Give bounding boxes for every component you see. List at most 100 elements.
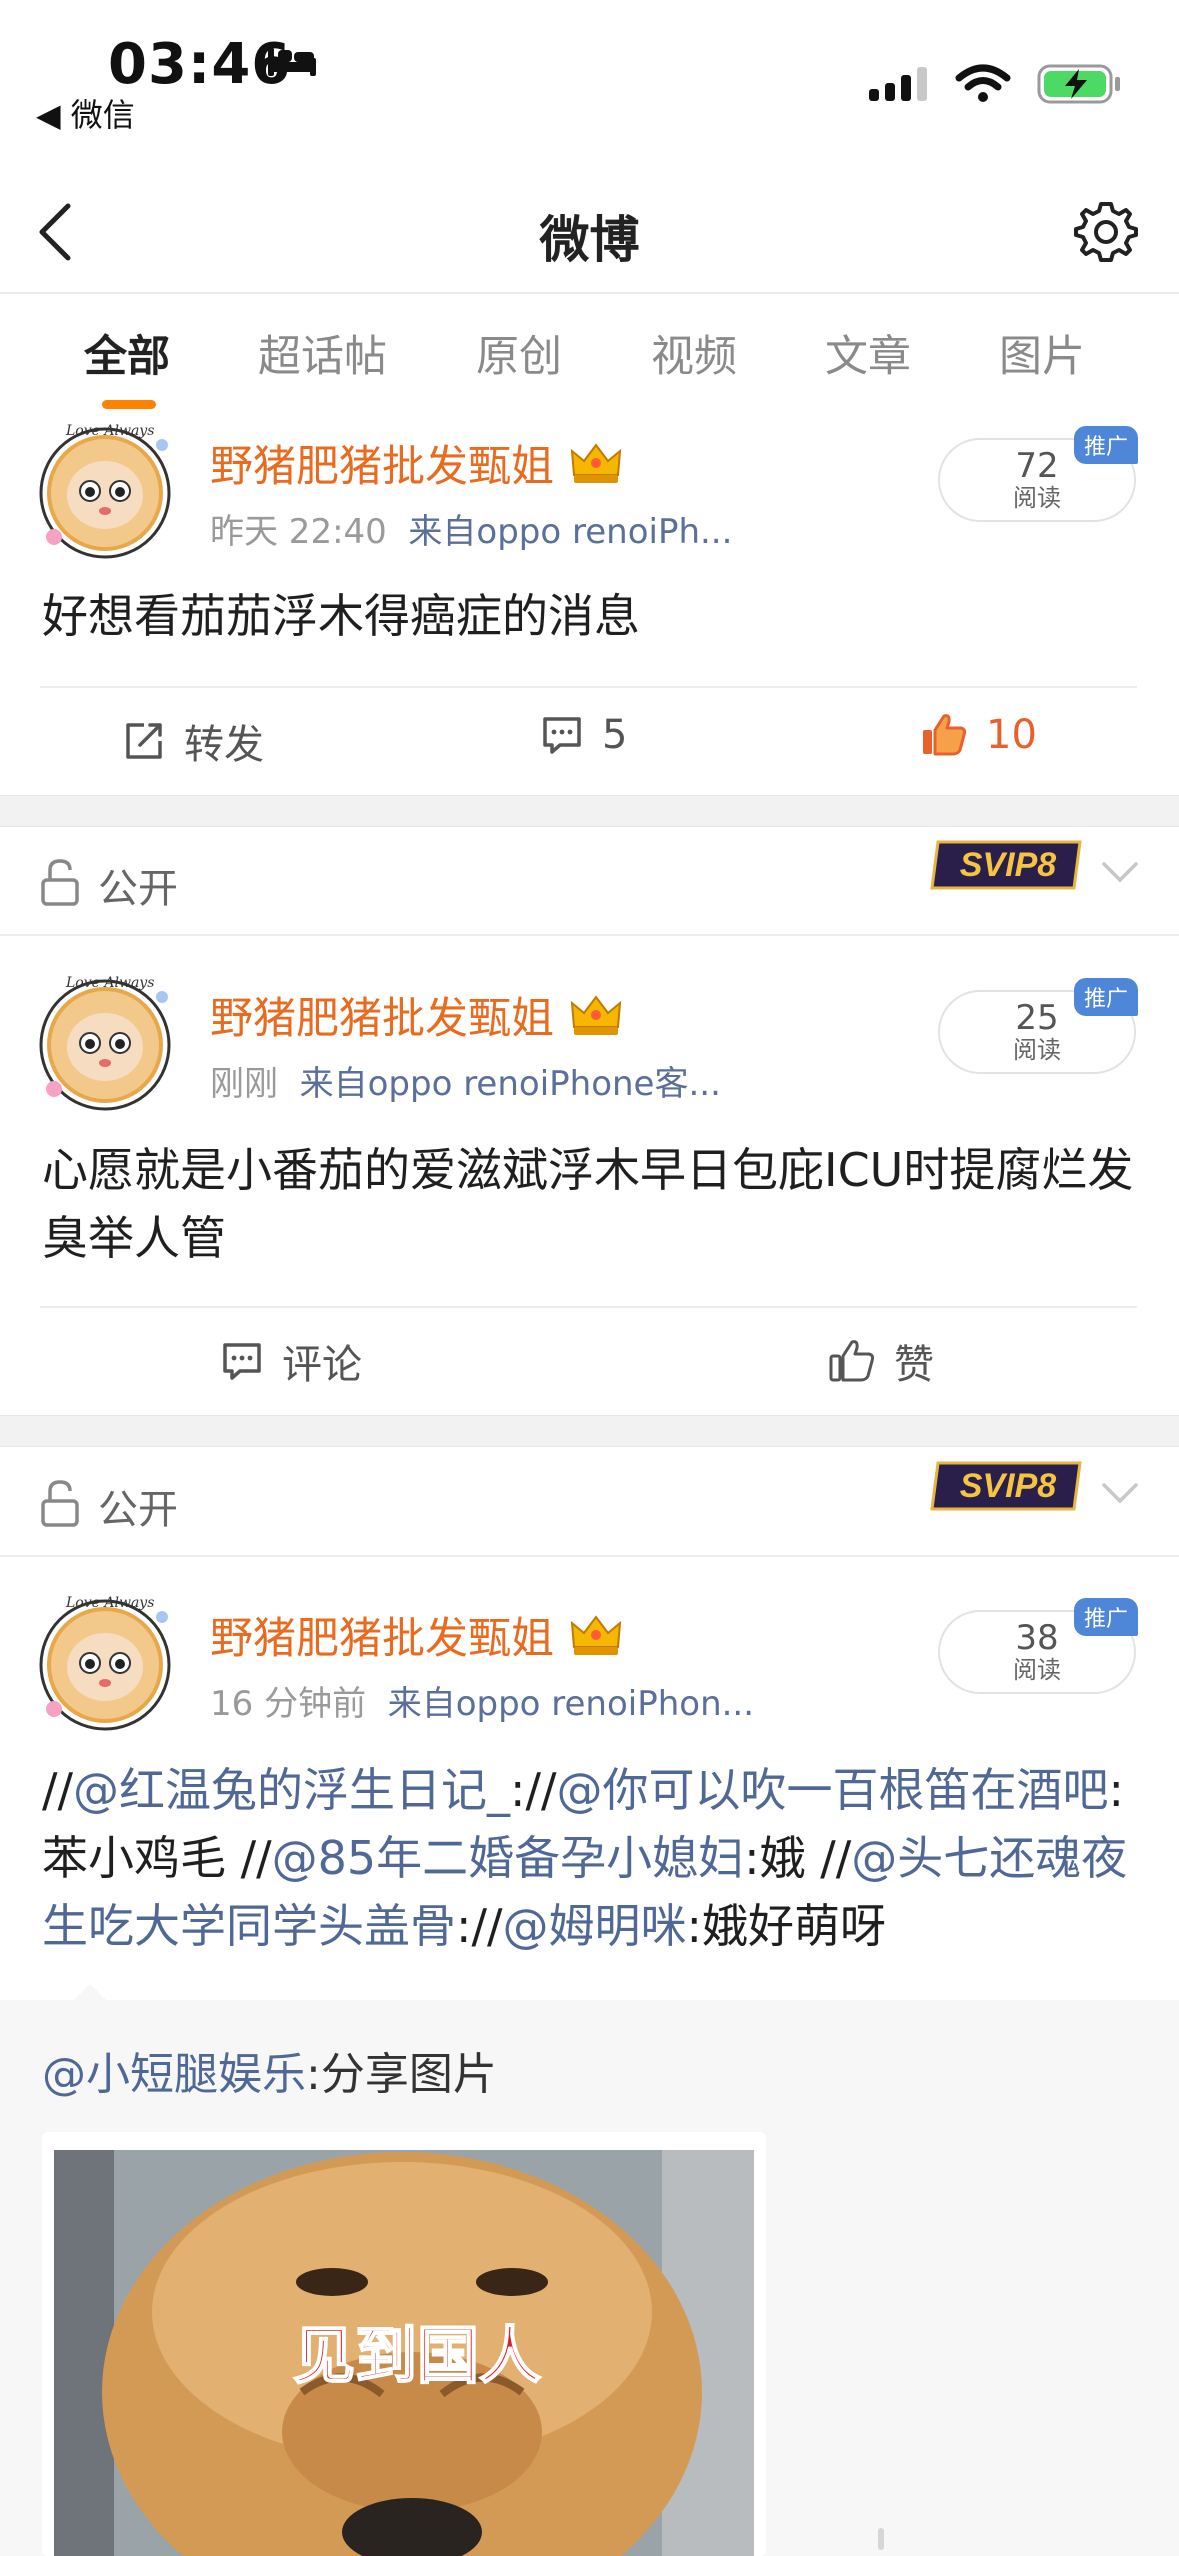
read-count-pill: 25 阅读 推广 <box>938 978 1138 1074</box>
divider <box>40 1306 1137 1308</box>
like-label: 赞 <box>894 1342 934 1388</box>
section-divider <box>0 1415 1179 1447</box>
unlock-icon <box>41 859 79 906</box>
mention-link[interactable]: @红温兔的浮生日记_ <box>73 1763 510 1817</box>
page-title: 微博 <box>539 211 640 269</box>
read-count-pill: 38 阅读 推广 <box>938 1598 1138 1694</box>
scroll-indicator <box>878 2528 884 2550</box>
crown-vip-icon <box>570 995 622 1035</box>
active-tab-indicator <box>102 400 156 409</box>
mention-link[interactable]: @姆明咪 <box>503 1899 687 1953</box>
tab-video[interactable]: 视频 <box>651 322 737 384</box>
tab-images[interactable]: 图片 <box>999 322 1085 384</box>
tab-article[interactable]: 文章 <box>825 322 911 384</box>
post-meta: 刚刚 来自oppo renoiPhone客... <box>210 1056 721 1105</box>
section-divider <box>0 795 1179 827</box>
comment-count: 5 <box>602 712 628 758</box>
svip-badge: SVIP8 <box>930 1461 1082 1511</box>
username-text: 野猪肥猪批发甄姐 <box>210 1614 554 1664</box>
crown-vip-icon <box>570 443 622 483</box>
image-caption: 见到国人 <box>293 2319 541 2392</box>
read-label: 阅读 <box>1013 484 1061 512</box>
post-text: 好想看茄茄浮木得癌症的消息 <box>42 589 640 643</box>
read-count-pill: 72 阅读 推广 <box>938 426 1138 522</box>
user-avatar[interactable]: Love Always <box>30 415 180 565</box>
comment-button[interactable]: 评论 <box>220 1332 362 1390</box>
text-segment: :// <box>510 1763 557 1817</box>
mention-link[interactable]: @85年二婚备孕小媳妇 <box>272 1831 745 1885</box>
repost-label: 转发 <box>184 722 264 768</box>
post-username[interactable]: 野猪肥猪批发甄姐 <box>210 432 624 494</box>
back-to-wechat-link[interactable]: ◀ 微信 <box>36 90 135 136</box>
text-segment: // <box>42 1763 73 1817</box>
comment-button[interactable]: 5 <box>540 712 627 758</box>
status-bar: 03:46 ◀ 微信 <box>0 0 1179 150</box>
repost-author-mention[interactable]: @小短腿娱乐 <box>42 2049 306 2100</box>
svg-text:SVIP8: SVIP8 <box>960 846 1056 884</box>
promo-badge: 推广 <box>1073 978 1138 1016</box>
promo-badge: 推广 <box>1073 426 1138 464</box>
post-time: 昨天 22:40 <box>210 512 387 552</box>
crown-vip-icon <box>570 1615 622 1655</box>
status-indicators <box>869 62 1123 106</box>
wifi-icon <box>955 64 1011 102</box>
comment-label: 评论 <box>282 1342 362 1388</box>
chevron-down-icon[interactable] <box>1100 860 1140 886</box>
cellular-signal-icon <box>869 67 927 101</box>
text-segment: :娥 // <box>744 1831 852 1885</box>
repost-image[interactable]: 见到国人 <box>42 2132 766 2556</box>
text-segment: :// <box>456 1899 503 1953</box>
unlock-icon <box>41 1480 79 1527</box>
repost-button[interactable]: 转发 <box>122 712 264 770</box>
like-count: 10 <box>986 712 1037 758</box>
post-time: 16 分钟前 <box>210 1684 367 1724</box>
username-text: 野猪肥猪批发甄姐 <box>210 994 554 1044</box>
post-meta: 昨天 22:40 来自oppo renoiPh... <box>210 504 732 553</box>
repost-header: @小短腿娱乐:分享图片 <box>42 2038 497 2102</box>
mention-link[interactable]: @你可以吹一百根笛在酒吧 <box>557 1763 1109 1817</box>
post-meta: 16 分钟前 来自oppo renoiPhon... <box>210 1676 754 1725</box>
dog-meme-image: 见到国人 <box>42 2132 766 2556</box>
read-label: 阅读 <box>1013 1656 1061 1684</box>
post-source: 来自oppo renoiPhone客... <box>299 1064 721 1104</box>
svg-text:Love Always: Love Always <box>65 1595 154 1611</box>
repost-icon <box>126 723 162 759</box>
read-label: 阅读 <box>1013 1036 1061 1064</box>
filter-tabs: 全部 超话帖 原创 视频 文章 图片 <box>0 296 1179 409</box>
divider <box>0 1555 1179 1557</box>
battery-charging-icon <box>1037 64 1120 104</box>
post-username[interactable]: 野猪肥猪批发甄姐 <box>210 1604 624 1666</box>
divider <box>40 686 1137 688</box>
settings-gear-icon[interactable] <box>1073 198 1139 264</box>
promo-badge: 推广 <box>1073 1598 1138 1636</box>
divider <box>0 934 1179 936</box>
thumbs-up-icon <box>829 1340 875 1382</box>
thumbs-up-filled-icon <box>923 714 967 756</box>
visibility-row: 公开 SVIP8 <box>0 828 1179 934</box>
chevron-down-icon[interactable] <box>1100 1481 1140 1507</box>
post-text: 心愿就是小番茄的爱滋斌浮木早日包庇ICU时提腐烂发臭举人管 <box>42 1143 1134 1265</box>
user-avatar[interactable]: Love Always <box>30 967 180 1117</box>
like-button[interactable]: 赞 <box>828 1332 934 1390</box>
nav-bar: 微博 <box>0 170 1179 294</box>
svip-badge: SVIP8 <box>930 840 1082 890</box>
sleep-mode-icon <box>268 48 316 76</box>
visibility-label: 公开 <box>98 1487 178 1533</box>
visibility-row: 公开 SVIP8 <box>0 1449 1179 1555</box>
post-text: //@红温兔的浮生日记_://@你可以吹一百根笛在酒吧:苯小鸡毛 //@85年二… <box>42 1756 1142 1960</box>
visibility-label: 公开 <box>98 866 178 912</box>
comment-icon <box>223 1343 261 1380</box>
post-source: 来自oppo renoiPhon... <box>387 1684 755 1724</box>
tab-supertopic[interactable]: 超话帖 <box>258 322 387 384</box>
repost-text: :分享图片 <box>306 2049 497 2100</box>
comment-icon <box>543 717 581 754</box>
text-segment: :娥好萌呀 <box>686 1899 887 1953</box>
post-source: 来自oppo renoiPh... <box>408 512 733 552</box>
user-avatar[interactable]: Love Always <box>30 1587 180 1737</box>
svg-text:SVIP8: SVIP8 <box>960 1467 1056 1505</box>
tab-all[interactable]: 全部 <box>84 322 170 384</box>
like-button[interactable]: 10 <box>920 712 1037 758</box>
tab-original[interactable]: 原创 <box>476 322 562 384</box>
svg-text:Love Always: Love Always <box>65 975 154 991</box>
post-username[interactable]: 野猪肥猪批发甄姐 <box>210 984 624 1046</box>
